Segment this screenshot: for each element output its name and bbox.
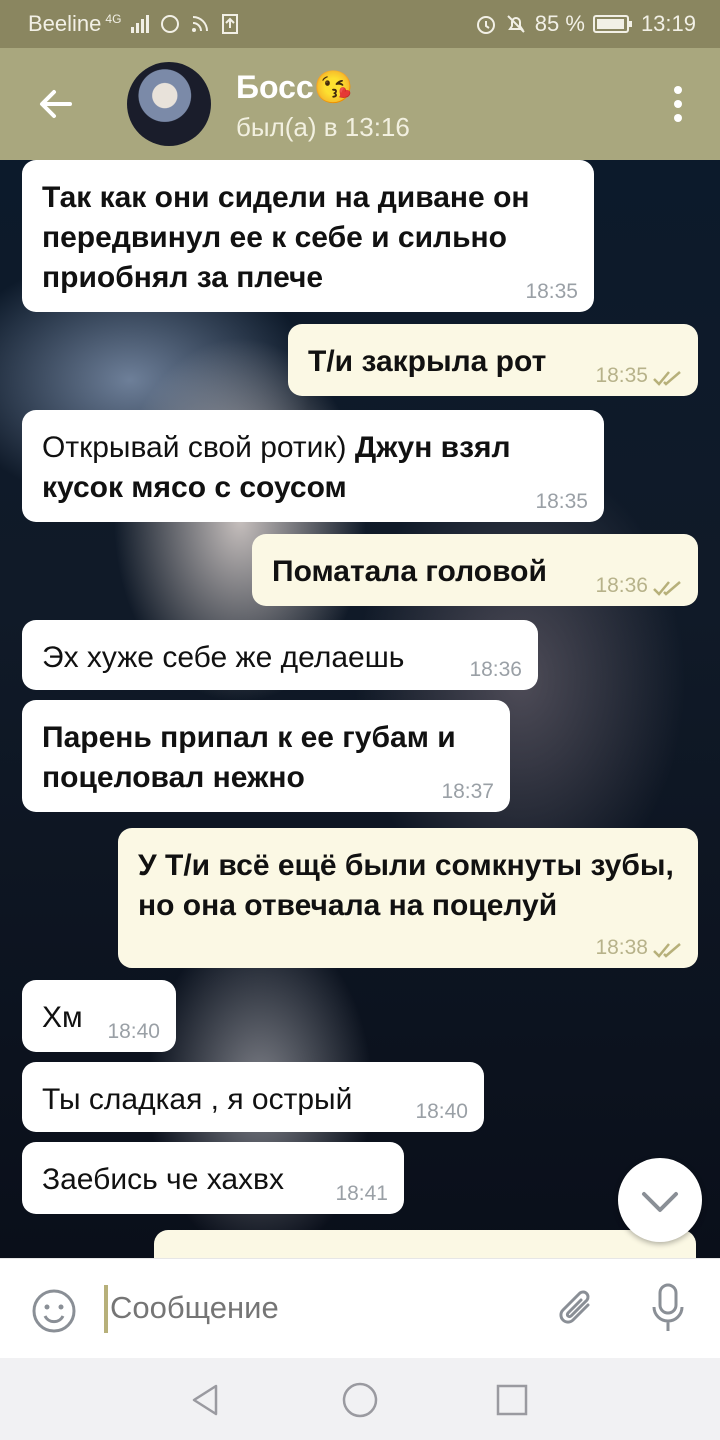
message-incoming[interactable]: Открывай свой ротик) Джун взял кусок мяс… — [22, 410, 604, 522]
chevron-down-icon — [642, 1192, 678, 1212]
message-outgoing[interactable]: У Т/и всё ещё были сомкнуты зубы, но она… — [118, 828, 698, 968]
message-time: 18:35 — [525, 280, 578, 303]
alarm-icon — [476, 16, 495, 34]
contact-name[interactable]: Босс😘 — [236, 68, 354, 106]
scroll-down-button[interactable] — [618, 1158, 702, 1242]
message-incoming[interactable]: Эх хуже себе же делаешь 18:36 — [22, 620, 538, 690]
message-text: Парень припал к ее губам и поцеловал неж… — [42, 721, 456, 794]
message-outgoing[interactable]: Т/и закрыла рот 18:35 — [288, 324, 698, 396]
message-text-normal: Открывай свой ротик) — [42, 431, 355, 464]
rss-icon — [192, 16, 209, 32]
status-bar: Beeline 4G 85 % 13:19 — [0, 0, 720, 48]
back-nav-icon[interactable] — [186, 1380, 226, 1420]
last-seen-status: был(а) в 13:16 — [236, 112, 410, 142]
message-text: Эх хуже себе же делаешь — [42, 641, 405, 674]
chat-area[interactable]: Так как они сидели на диване он передвин… — [0, 160, 720, 1258]
emoji-icon[interactable] — [30, 1287, 78, 1335]
back-arrow-icon[interactable] — [30, 78, 82, 130]
message-time: 18:35 — [595, 364, 648, 387]
message-input[interactable] — [108, 1289, 492, 1327]
carrier-label: Beeline — [28, 11, 102, 36]
read-checks-icon — [653, 943, 681, 958]
message-time: 18:35 — [535, 490, 588, 513]
signal-icon — [131, 15, 150, 33]
message-incoming[interactable]: Так как они сидели на диване он передвин… — [22, 160, 594, 312]
mute-icon — [507, 15, 525, 33]
message-incoming[interactable]: Парень припал к ее губам и поцеловал неж… — [22, 700, 510, 812]
read-checks-icon — [653, 371, 681, 386]
whatsapp-icon — [161, 15, 180, 33]
message-time: 18:37 — [441, 780, 494, 803]
attach-icon[interactable] — [554, 1283, 600, 1335]
message-text-wrap: Открывай свой ротик) Джун взял кусок мяс… — [22, 410, 604, 508]
message-text: Так как они сидели на диване он передвин… — [42, 181, 530, 294]
recents-nav-icon[interactable] — [492, 1380, 532, 1420]
home-nav-icon[interactable] — [340, 1380, 380, 1420]
message-input-bar — [0, 1258, 720, 1359]
message-incoming[interactable]: Хм 18:40 — [22, 980, 176, 1052]
message-time: 18:36 — [595, 574, 648, 597]
upload-icon — [222, 14, 239, 34]
message-time: 18:36 — [469, 658, 522, 681]
message-time: 18:40 — [415, 1100, 468, 1123]
chat-header: Босс😘 был(а) в 13:16 — [0, 48, 720, 160]
battery-icon — [592, 15, 632, 33]
network-type-label: 4G — [105, 12, 122, 26]
message-incoming[interactable]: Заебись че хахвх 18:41 — [22, 1142, 404, 1214]
microphone-icon[interactable] — [648, 1281, 688, 1337]
battery-percent: 85 % — [534, 11, 585, 36]
message-text: У Т/и всё ещё были сомкнуты зубы, но она… — [138, 849, 674, 922]
system-navigation-bar — [0, 1358, 720, 1440]
message-incoming[interactable]: Ты сладкая , я острый 18:40 — [22, 1062, 484, 1132]
more-options-icon[interactable] — [666, 84, 690, 124]
read-checks-icon — [653, 581, 681, 596]
message-outgoing[interactable]: Поматала головой 18:36 — [252, 534, 698, 606]
clock: 13:19 — [640, 11, 696, 36]
message-time: 18:40 — [107, 1020, 160, 1043]
message-time: 18:38 — [595, 936, 648, 959]
message-time: 18:41 — [335, 1182, 388, 1205]
avatar[interactable] — [127, 62, 211, 146]
